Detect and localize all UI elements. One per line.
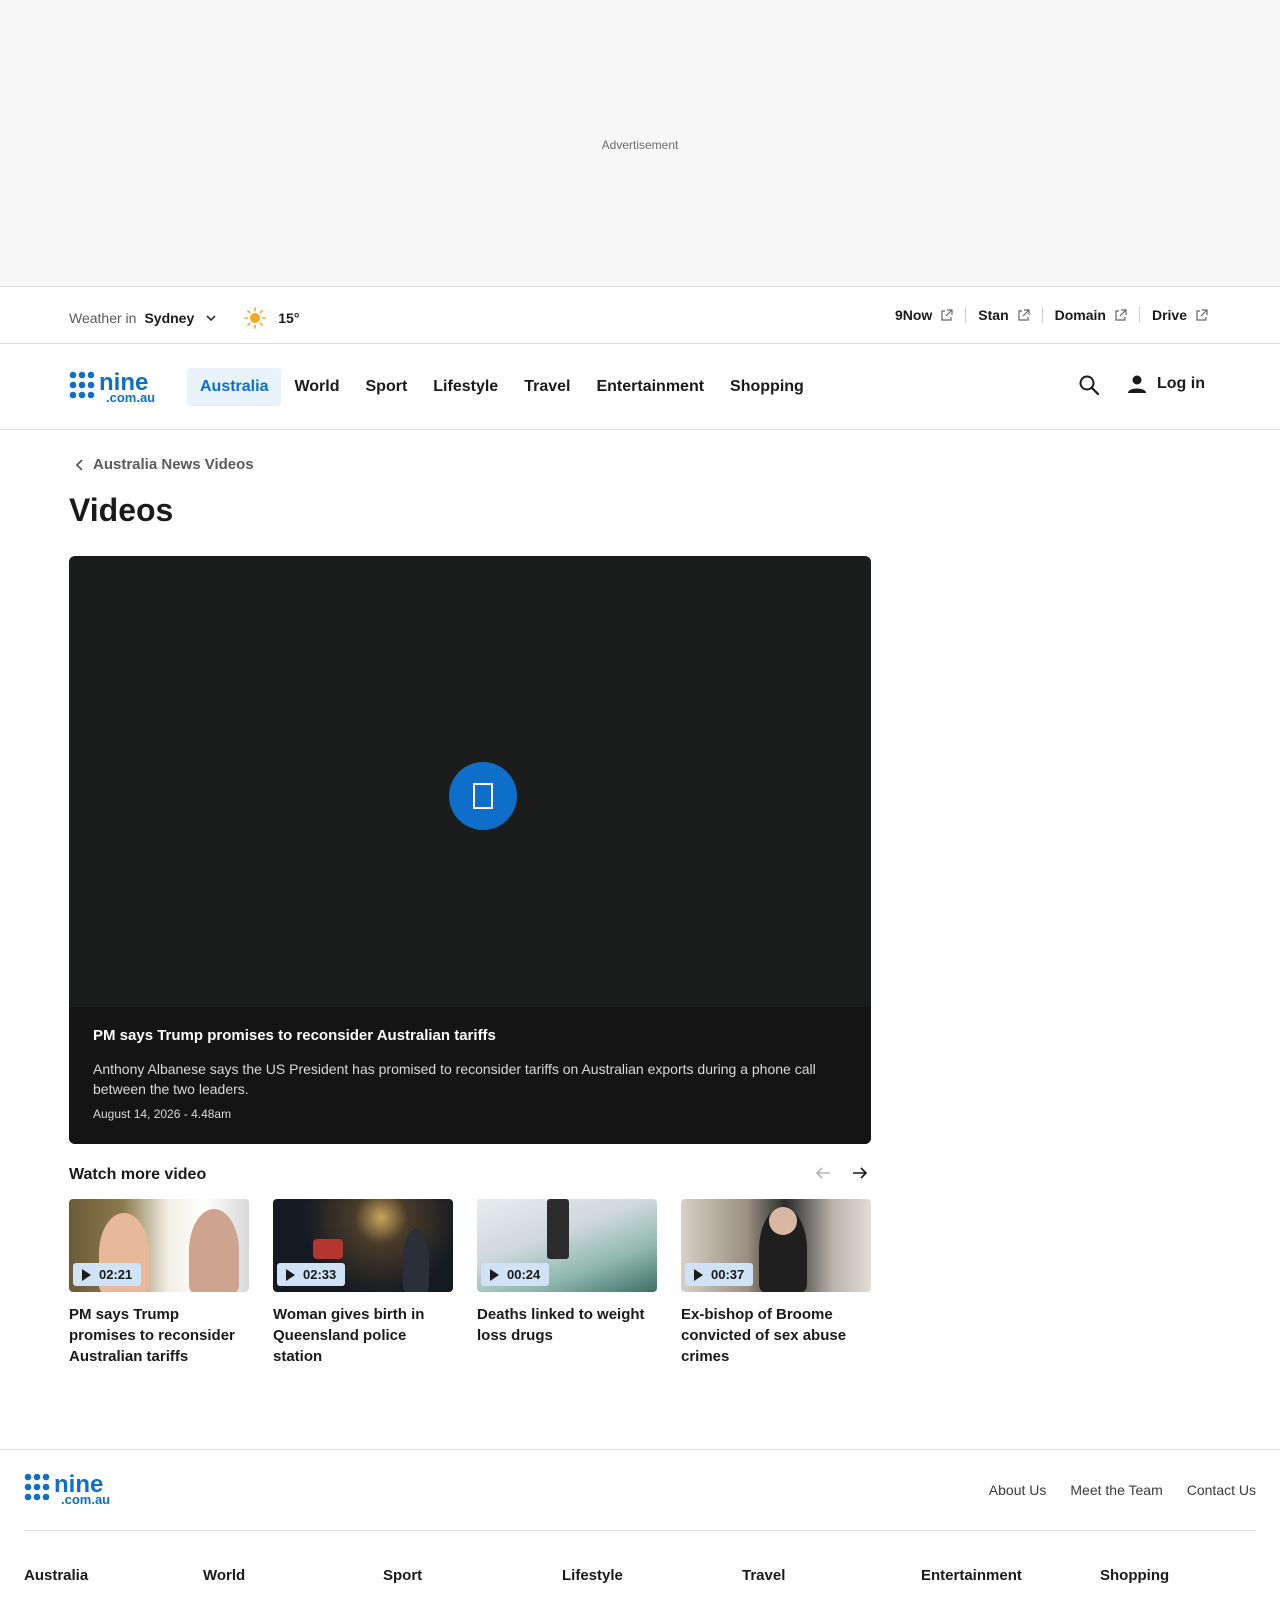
nav-link-sport[interactable]: Sport bbox=[353, 368, 421, 406]
footer-section-world[interactable]: World bbox=[203, 1567, 245, 1584]
nine-logo[interactable]: nine .com.au bbox=[24, 1472, 128, 1506]
external-link-domain[interactable]: Domain bbox=[1041, 307, 1139, 323]
nine-logo[interactable]: nine .com.au bbox=[69, 370, 173, 404]
video-card[interactable]: 02:33 Woman gives birth in Queensland po… bbox=[273, 1199, 453, 1367]
advertisement-banner: Advertisement bbox=[0, 0, 1280, 287]
nav-links: Australia World Sport Lifestyle Travel E… bbox=[187, 368, 817, 406]
external-link-icon bbox=[1018, 308, 1030, 321]
duration-label: 02:33 bbox=[303, 1267, 337, 1282]
footer-section-entertainment[interactable]: Entertainment bbox=[921, 1567, 1022, 1584]
breadcrumb[interactable]: Australia News Videos bbox=[75, 456, 254, 473]
video-card-title[interactable]: Ex-bishop of Broome convicted of sex abu… bbox=[681, 1304, 871, 1367]
nav-link-travel[interactable]: Travel bbox=[511, 368, 583, 406]
footer-links: About Us Meet the Team Contact Us bbox=[965, 1482, 1256, 1498]
nav-link-shopping[interactable]: Shopping bbox=[717, 368, 817, 406]
duration-label: 02:21 bbox=[99, 1267, 133, 1282]
weather-widget[interactable]: Weather in Sydney 15° bbox=[69, 307, 299, 329]
footer-divider bbox=[24, 1530, 1256, 1531]
external-link-label: Drive bbox=[1151, 307, 1187, 323]
advertisement-label: Advertisement bbox=[601, 138, 679, 152]
play-icon bbox=[490, 1268, 499, 1281]
external-link-stan[interactable]: Stan bbox=[965, 307, 1041, 323]
play-button[interactable] bbox=[449, 762, 517, 830]
external-link-label: 9Now bbox=[894, 307, 933, 323]
duration-badge: 00:37 bbox=[685, 1263, 754, 1286]
watch-more-heading: Watch more video bbox=[69, 1166, 207, 1183]
play-icon bbox=[694, 1268, 703, 1281]
footer-section-travel[interactable]: Travel bbox=[742, 1567, 785, 1584]
arrow-right-icon[interactable] bbox=[851, 1164, 869, 1182]
video-title: PM says Trump promises to reconsider Aus… bbox=[93, 1027, 496, 1044]
external-link-drive[interactable]: Drive bbox=[1138, 307, 1208, 323]
video-card-title[interactable]: Woman gives birth in Queensland police s… bbox=[273, 1304, 453, 1367]
nav-link-australia[interactable]: Australia bbox=[187, 368, 282, 406]
user-icon bbox=[1128, 375, 1146, 393]
video-carousel: 02:21 PM says Trump promises to reconsid… bbox=[69, 1199, 871, 1367]
video-thumbnail[interactable]: 02:21 bbox=[69, 1199, 249, 1292]
footer-link-team[interactable]: Meet the Team bbox=[1070, 1482, 1162, 1498]
duration-label: 00:24 bbox=[507, 1267, 541, 1282]
login-button[interactable]: Log in bbox=[1127, 374, 1205, 394]
search-icon[interactable] bbox=[1078, 374, 1100, 396]
weather-temperature: 15° bbox=[278, 310, 300, 326]
chevron-left-icon bbox=[75, 458, 83, 471]
footer-section-lifestyle[interactable]: Lifestyle bbox=[562, 1567, 623, 1584]
nav-link-lifestyle[interactable]: Lifestyle bbox=[420, 368, 511, 406]
video-card[interactable]: 02:21 PM says Trump promises to reconsid… bbox=[69, 1199, 249, 1367]
weather-label: Weather in bbox=[69, 310, 137, 326]
footer: nine .com.au About Us Meet the Team Cont… bbox=[0, 1449, 1280, 1600]
external-links: 9Now Stan Domain Drive bbox=[883, 307, 1208, 323]
video-card-title[interactable]: Deaths linked to weight loss drugs bbox=[477, 1304, 657, 1346]
login-label: Log in bbox=[1157, 375, 1205, 392]
footer-section-shopping[interactable]: Shopping bbox=[1100, 1567, 1169, 1584]
external-link-icon bbox=[1115, 308, 1127, 321]
external-link-label: Domain bbox=[1054, 307, 1106, 323]
arrow-left-icon[interactable] bbox=[814, 1164, 832, 1182]
nav-link-entertainment[interactable]: Entertainment bbox=[583, 368, 717, 406]
page-title: Videos bbox=[69, 492, 174, 528]
weather-city[interactable]: Sydney bbox=[144, 310, 194, 326]
external-link-icon bbox=[941, 308, 953, 321]
video-thumbnail[interactable]: 02:33 bbox=[273, 1199, 453, 1292]
external-link-label: Stan bbox=[978, 307, 1009, 323]
video-description: Anthony Albanese says the US President h… bbox=[93, 1061, 816, 1097]
duration-badge: 02:33 bbox=[277, 1263, 346, 1286]
video-thumbnail[interactable]: 00:37 bbox=[681, 1199, 871, 1292]
video-caption: PM says Trump promises to reconsider Aus… bbox=[69, 1007, 871, 1144]
svg-text:.com.au: .com.au bbox=[106, 390, 155, 404]
external-link-icon bbox=[1196, 308, 1208, 321]
sun-icon bbox=[244, 307, 267, 329]
play-icon bbox=[473, 783, 493, 809]
external-link-9now[interactable]: 9Now bbox=[883, 307, 965, 323]
video-card[interactable]: 00:24 Deaths linked to weight loss drugs bbox=[477, 1199, 657, 1367]
footer-section-sport[interactable]: Sport bbox=[383, 1567, 422, 1584]
utility-bar: Weather in Sydney 15° 9Now Stan Domain D… bbox=[0, 287, 1280, 344]
video-card[interactable]: 00:37 Ex-bishop of Broome convicted of s… bbox=[681, 1199, 871, 1367]
play-icon bbox=[286, 1268, 295, 1281]
video-thumbnail[interactable]: 00:24 bbox=[477, 1199, 657, 1292]
duration-badge: 00:24 bbox=[481, 1263, 550, 1286]
breadcrumb-label: Australia News Videos bbox=[93, 456, 254, 473]
footer-link-contact[interactable]: Contact Us bbox=[1187, 1482, 1256, 1498]
nav-link-world[interactable]: World bbox=[281, 368, 352, 406]
duration-label: 00:37 bbox=[711, 1267, 745, 1282]
video-player[interactable]: PM says Trump promises to reconsider Aus… bbox=[69, 556, 871, 1144]
video-card-title[interactable]: PM says Trump promises to reconsider Aus… bbox=[69, 1304, 249, 1367]
footer-section-australia[interactable]: Australia bbox=[24, 1567, 88, 1584]
chevron-down-icon[interactable] bbox=[206, 313, 216, 323]
duration-badge: 02:21 bbox=[73, 1263, 142, 1286]
footer-link-about[interactable]: About Us bbox=[989, 1482, 1047, 1498]
main-navigation: nine .com.au Australia World Sport Lifes… bbox=[0, 344, 1280, 430]
play-icon bbox=[82, 1268, 91, 1281]
video-date: August 14, 2026 - 4.48am bbox=[93, 1107, 232, 1121]
svg-text:.com.au: .com.au bbox=[61, 1492, 110, 1506]
